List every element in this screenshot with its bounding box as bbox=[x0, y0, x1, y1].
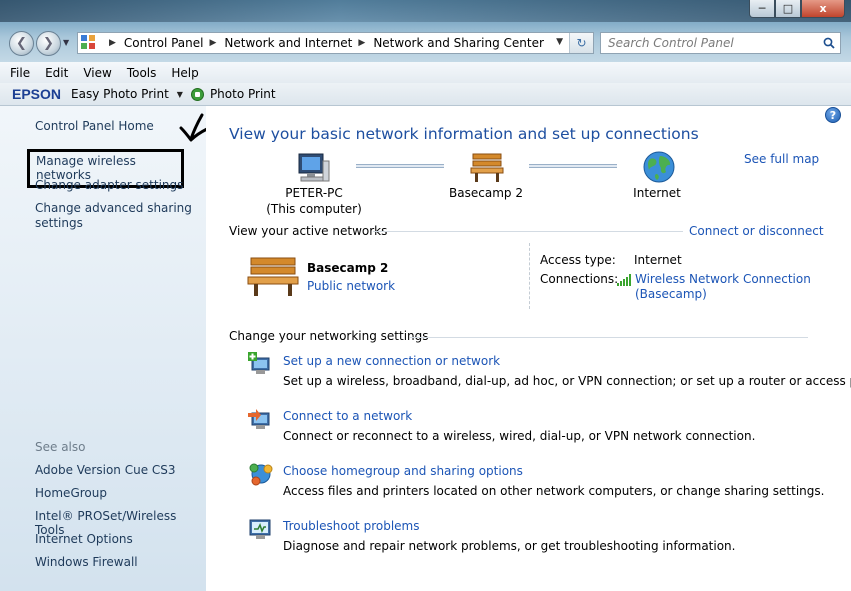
task-setup-new-connection-desc: Set up a wireless, broadband, dial-up, a… bbox=[283, 374, 851, 388]
epson-logo: EPSON bbox=[12, 86, 62, 102]
wireless-connection-link[interactable]: Wireless Network Connection bbox=[635, 272, 811, 286]
connect-or-disconnect-link[interactable]: Connect or disconnect bbox=[689, 224, 824, 238]
active-network-name: Basecamp 2 bbox=[307, 261, 389, 275]
breadcrumb-control-panel[interactable]: Control Panel bbox=[124, 36, 204, 50]
active-network-bench-icon bbox=[247, 257, 299, 296]
chevron-right-icon: ▶ bbox=[109, 38, 116, 48]
computer-subtitle: (This computer) bbox=[266, 202, 362, 216]
task-homegroup-sharing-desc: Access files and printers located on oth… bbox=[283, 484, 825, 498]
help-icon[interactable]: ? bbox=[825, 107, 841, 123]
control-panel-icon bbox=[81, 35, 97, 51]
forward-arrow-icon: ❯ bbox=[43, 36, 54, 51]
page-title: View your basic network information and … bbox=[229, 125, 699, 143]
sidebar-link-change-adapter-settings[interactable]: Change adapter settings bbox=[35, 178, 183, 192]
maximize-icon: □ bbox=[782, 2, 794, 15]
refresh-icon: ↻ bbox=[576, 36, 587, 50]
window-controls: ─ □ x bbox=[749, 0, 845, 18]
connect-network-icon bbox=[248, 409, 270, 429]
internet-label: Internet bbox=[633, 186, 681, 200]
task-connect-to-network[interactable]: Connect to a network bbox=[283, 409, 412, 423]
active-networks-heading: View your active networks bbox=[229, 224, 388, 238]
menu-file[interactable]: File bbox=[10, 66, 30, 80]
chevron-right-icon[interactable]: ▶ bbox=[358, 38, 365, 48]
see-also-homegroup[interactable]: HomeGroup bbox=[35, 486, 107, 500]
refresh-button[interactable]: ↻ bbox=[569, 33, 593, 53]
wireless-connection-ssid-link[interactable]: (Basecamp) bbox=[635, 287, 707, 301]
sidebar: Control Panel Home Manage wireless netwo… bbox=[0, 106, 206, 591]
task-connect-to-network-desc: Connect or reconnect to a wireless, wire… bbox=[283, 429, 756, 443]
menu-view[interactable]: View bbox=[83, 66, 111, 80]
address-bar[interactable]: ▶ Control Panel ▶ Network and Internet ▶… bbox=[77, 32, 594, 54]
change-settings-heading: Change your networking settings bbox=[229, 329, 429, 343]
easy-photo-print-button[interactable]: Easy Photo Print bbox=[71, 87, 169, 101]
computer-name: PETER-PC bbox=[285, 186, 343, 200]
search-input[interactable]: Search Control Panel bbox=[600, 32, 841, 54]
divider bbox=[410, 337, 808, 338]
breadcrumb-network-internet[interactable]: Network and Internet bbox=[224, 36, 352, 50]
network-type-link[interactable]: Public network bbox=[307, 279, 395, 293]
sidebar-link-change-advanced-sharing[interactable]: Change advanced sharing settings bbox=[35, 201, 195, 231]
see-also-windows-firewall[interactable]: Windows Firewall bbox=[35, 555, 138, 569]
address-dropdown-icon[interactable]: ▼ bbox=[556, 37, 563, 47]
photo-print-button[interactable]: Photo Print bbox=[210, 87, 276, 101]
homegroup-icon bbox=[249, 463, 273, 486]
access-type-value: Internet bbox=[634, 253, 682, 267]
forward-button[interactable]: ❯ bbox=[36, 31, 61, 56]
see-also-internet-options[interactable]: Internet Options bbox=[35, 532, 133, 546]
internet-link-line bbox=[529, 164, 617, 168]
network-link-line bbox=[356, 164, 444, 168]
menu-help[interactable]: Help bbox=[171, 66, 198, 80]
minimize-icon: ─ bbox=[758, 2, 766, 15]
new-connection-icon bbox=[248, 352, 270, 374]
menu-bar: File Edit View Tools Help bbox=[0, 62, 851, 83]
computer-icon bbox=[298, 153, 330, 182]
see-full-map-link[interactable]: See full map bbox=[744, 152, 819, 166]
minimize-button[interactable]: ─ bbox=[749, 0, 775, 18]
close-icon: x bbox=[819, 2, 827, 15]
photo-print-icon bbox=[190, 87, 204, 101]
see-also-adobe-version-cue[interactable]: Adobe Version Cue CS3 bbox=[35, 463, 176, 477]
close-button[interactable]: x bbox=[801, 0, 845, 18]
network-map-name: Basecamp 2 bbox=[449, 186, 523, 200]
breadcrumb-network-sharing-center[interactable]: Network and Sharing Center bbox=[373, 36, 544, 50]
bench-icon bbox=[470, 153, 504, 182]
menu-edit[interactable]: Edit bbox=[45, 66, 68, 80]
troubleshoot-icon bbox=[249, 519, 271, 539]
signal-strength-icon bbox=[617, 274, 631, 286]
recent-pages-dropdown[interactable]: ▼ bbox=[63, 38, 69, 47]
divider bbox=[529, 243, 530, 309]
chevron-down-icon[interactable]: ▼ bbox=[177, 90, 183, 99]
back-button[interactable]: ❮ bbox=[9, 31, 34, 56]
task-troubleshoot-problems-desc: Diagnose and repair network problems, or… bbox=[283, 539, 736, 553]
divider bbox=[373, 231, 683, 232]
maximize-button[interactable]: □ bbox=[775, 0, 801, 18]
search-icon[interactable] bbox=[823, 37, 835, 49]
menu-tools[interactable]: Tools bbox=[127, 66, 157, 80]
chevron-right-icon[interactable]: ▶ bbox=[210, 38, 217, 48]
task-troubleshoot-problems[interactable]: Troubleshoot problems bbox=[283, 519, 419, 533]
task-homegroup-sharing[interactable]: Choose homegroup and sharing options bbox=[283, 464, 523, 478]
see-also-heading: See also bbox=[35, 440, 86, 454]
access-type-label: Access type: bbox=[540, 253, 616, 267]
globe-icon bbox=[643, 151, 675, 183]
task-setup-new-connection[interactable]: Set up a new connection or network bbox=[283, 354, 500, 368]
connections-label: Connections: bbox=[540, 272, 619, 286]
main-content: ? View your basic network information an… bbox=[206, 106, 851, 591]
epson-toolbar: EPSON Easy Photo Print ▼ Photo Print bbox=[0, 83, 851, 106]
search-placeholder: Search Control Panel bbox=[608, 36, 734, 50]
sidebar-link-control-panel-home[interactable]: Control Panel Home bbox=[35, 119, 154, 133]
back-arrow-icon: ❮ bbox=[16, 36, 27, 51]
